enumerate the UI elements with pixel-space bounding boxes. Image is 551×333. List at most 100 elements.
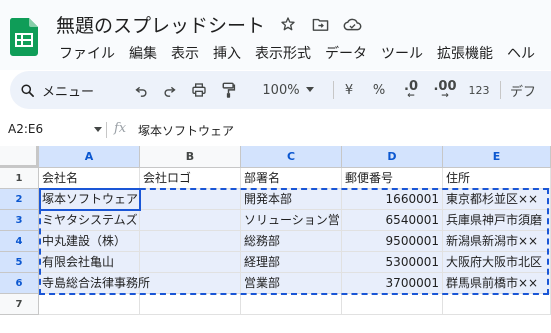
cell-a7[interactable] bbox=[39, 294, 140, 315]
menu-view[interactable]: 表示 bbox=[164, 41, 206, 65]
cell-e1[interactable]: 住所 bbox=[443, 168, 551, 189]
formula-input[interactable]: 塚本ソフトウェア bbox=[138, 122, 234, 139]
menu-bar: ファイル 編集 表示 挿入 表示形式 データ ツール 拡張機能 ヘル bbox=[52, 41, 542, 65]
column-header-c[interactable]: C bbox=[241, 146, 342, 168]
cell-a3[interactable]: ミヤタシステムズ bbox=[39, 210, 140, 231]
cell-c4[interactable]: 総務部 bbox=[241, 231, 342, 252]
name-box[interactable]: A2:E6 bbox=[8, 122, 43, 136]
more-formats-label: 123 bbox=[468, 83, 490, 97]
menu-file[interactable]: ファイル bbox=[52, 41, 122, 65]
menu-help[interactable]: ヘル bbox=[500, 41, 542, 65]
cell-d3[interactable]: 6540001 bbox=[342, 210, 443, 231]
formula-bar: A2:E6 fx 塚本ソフトウェア bbox=[0, 116, 551, 144]
paint-format-button[interactable] bbox=[217, 71, 239, 109]
redo-button[interactable] bbox=[158, 71, 180, 109]
menu-format[interactable]: 表示形式 bbox=[248, 41, 318, 65]
move-to-folder-icon[interactable] bbox=[309, 13, 331, 35]
menu-edit[interactable]: 編集 bbox=[122, 41, 164, 65]
cell-c7[interactable] bbox=[241, 294, 342, 315]
column-header-e[interactable]: E bbox=[443, 146, 551, 168]
cell-a5[interactable]: 有限会社亀山 bbox=[39, 252, 140, 273]
redo-icon bbox=[164, 86, 176, 97]
row-header-1[interactable]: 1 bbox=[0, 168, 39, 189]
font-label: デフ bbox=[510, 84, 537, 100]
zoom-select[interactable]: 100% bbox=[250, 71, 326, 109]
cell-b1[interactable]: 会社ロゴ bbox=[140, 168, 241, 189]
percent-label: % bbox=[372, 82, 386, 98]
toolbar-divider bbox=[333, 81, 334, 99]
menu-insert[interactable]: 挿入 bbox=[206, 41, 248, 65]
cell-c5[interactable]: 経理部 bbox=[241, 252, 342, 273]
search-menus-label: メニュー bbox=[42, 84, 95, 100]
cell-b6[interactable] bbox=[140, 273, 241, 294]
cell-d2[interactable]: 1660001 bbox=[342, 189, 443, 210]
print-button[interactable] bbox=[188, 71, 210, 109]
more-formats-button[interactable]: 123 bbox=[466, 71, 492, 109]
function-icon: fx bbox=[114, 121, 127, 136]
cell-e7[interactable] bbox=[443, 294, 551, 315]
decrease-decimal-button[interactable]: .0 ← bbox=[400, 71, 422, 109]
arrow-left-icon: ← bbox=[407, 90, 415, 101]
decrease-decimal-label: .0 bbox=[404, 78, 418, 94]
menu-data[interactable]: データ bbox=[318, 41, 374, 65]
cell-e4[interactable]: 新潟県新潟市×× bbox=[443, 231, 551, 252]
search-icon bbox=[21, 83, 34, 97]
cell-e5[interactable]: 大阪府大阪市北区 bbox=[443, 252, 551, 273]
currency-label: ¥ bbox=[344, 82, 354, 98]
cell-b3[interactable] bbox=[140, 210, 241, 231]
star-icon[interactable] bbox=[277, 13, 299, 35]
select-all-corner[interactable] bbox=[0, 146, 39, 168]
cell-d1[interactable]: 郵便番号 bbox=[342, 168, 443, 189]
row-header-4[interactable]: 4 bbox=[0, 231, 39, 252]
menu-tools[interactable]: ツール bbox=[374, 41, 430, 65]
increase-decimal-button[interactable]: .00 → bbox=[433, 71, 457, 109]
cell-a2[interactable]: 塚本ソフトウェア bbox=[39, 189, 140, 210]
arrow-right-icon: → bbox=[441, 90, 449, 101]
cell-d5[interactable]: 5300001 bbox=[342, 252, 443, 273]
cell-b5[interactable] bbox=[140, 252, 241, 273]
cell-e2[interactable]: 東京都杉並区×× bbox=[443, 189, 551, 210]
row-header-2[interactable]: 2 bbox=[0, 189, 39, 210]
font-select[interactable]: デフ bbox=[510, 71, 551, 109]
row-header-6[interactable]: 6 bbox=[0, 273, 39, 294]
column-header-d[interactable]: D bbox=[342, 146, 443, 168]
menu-extensions[interactable]: 拡張機能 bbox=[430, 41, 500, 65]
cell-a4[interactable]: 中丸建設（株） bbox=[39, 231, 140, 252]
column-header-a[interactable]: A bbox=[39, 146, 140, 168]
cell-a1[interactable]: 会社名 bbox=[39, 168, 140, 189]
cell-d7[interactable] bbox=[342, 294, 443, 315]
undo-icon bbox=[134, 86, 146, 97]
cell-c2[interactable]: 開発本部 bbox=[241, 189, 342, 210]
cell-b2[interactable] bbox=[140, 189, 241, 210]
cell-b7[interactable] bbox=[140, 294, 241, 315]
cloud-status-icon[interactable] bbox=[341, 13, 363, 35]
chevron-down-icon[interactable] bbox=[94, 127, 102, 132]
currency-format-button[interactable]: ¥ bbox=[341, 71, 357, 109]
row-header-3[interactable]: 3 bbox=[0, 210, 39, 231]
title-bar: 無題のスプレッドシート ファイル 編集 表示 挿入 表示形式 データ ツール 拡… bbox=[0, 0, 551, 70]
toolbar-divider bbox=[500, 81, 501, 99]
percent-format-button[interactable]: % bbox=[371, 71, 387, 109]
column-header-b[interactable]: B bbox=[140, 146, 241, 168]
spreadsheet-grid[interactable]: A B C D E 1 2 3 4 5 6 7 会社名 会社ロゴ 部署名 郵便番… bbox=[0, 146, 551, 333]
sheets-logo-icon[interactable] bbox=[9, 18, 39, 56]
cell-e6[interactable]: 群馬県前橋市×× bbox=[443, 273, 551, 294]
cell-a6[interactable]: 寺島総合法律事務所 bbox=[39, 273, 150, 294]
undo-button[interactable] bbox=[130, 71, 152, 109]
print-icon bbox=[192, 83, 206, 97]
row-header-5[interactable]: 5 bbox=[0, 252, 39, 273]
row-header-7[interactable]: 7 bbox=[0, 294, 39, 315]
zoom-value: 100% bbox=[262, 82, 300, 98]
cell-c3[interactable]: ソリューション営 bbox=[241, 210, 342, 231]
search-menus-button[interactable]: メニュー bbox=[20, 71, 130, 109]
increase-decimal-label: .00 bbox=[433, 78, 457, 94]
cell-d6[interactable]: 3700001 bbox=[342, 273, 443, 294]
cell-d4[interactable]: 9500001 bbox=[342, 231, 443, 252]
paint-format-icon bbox=[222, 82, 235, 98]
cell-e3[interactable]: 兵庫県神戸市須磨 bbox=[443, 210, 551, 231]
document-title[interactable]: 無題のスプレッドシート bbox=[56, 11, 265, 38]
cell-b4[interactable] bbox=[140, 231, 241, 252]
cell-c1[interactable]: 部署名 bbox=[241, 168, 342, 189]
formula-divider bbox=[106, 122, 107, 138]
cell-c6[interactable]: 営業部 bbox=[241, 273, 342, 294]
